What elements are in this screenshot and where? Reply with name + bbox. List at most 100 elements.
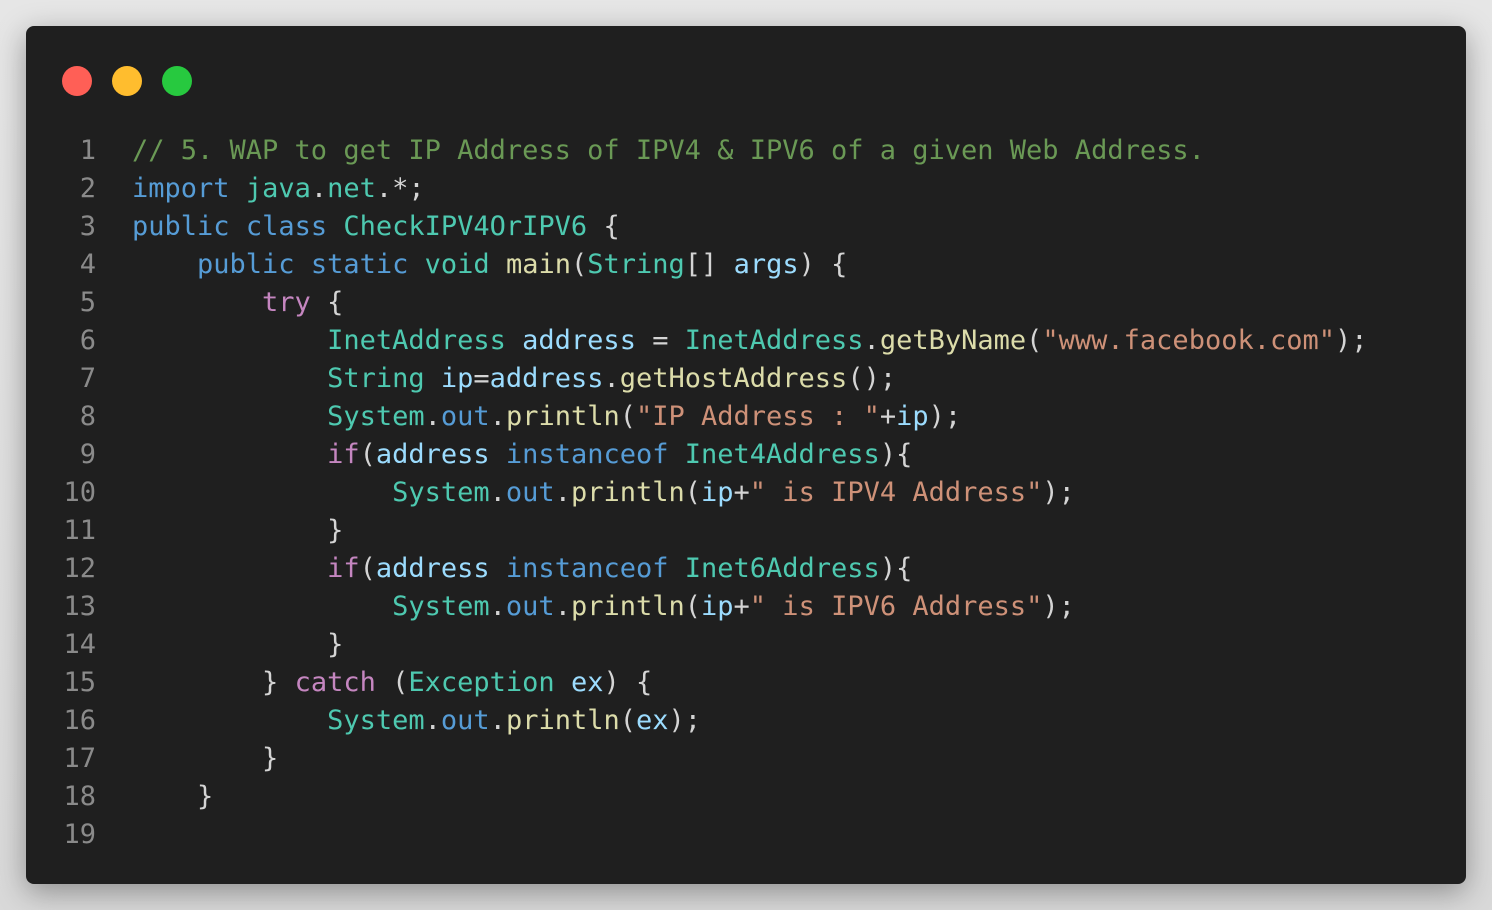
code-token: class (245, 211, 328, 242)
code-token: ex (636, 705, 669, 736)
code-token: " is IPV4 Address" (749, 477, 1043, 508)
line-number: 5 (79, 287, 96, 318)
code-token: address (489, 363, 604, 394)
close-icon[interactable] (62, 66, 92, 96)
code-token: InetAddress (327, 325, 506, 356)
code-line: 4 public static void main(String[] args)… (26, 246, 1368, 284)
code-content: } (132, 626, 343, 664)
code-line: 13 System.out.println(ip+" is IPV6 Addre… (26, 588, 1368, 626)
code-token: if (327, 553, 360, 584)
code-token: + (733, 591, 750, 622)
code-token: ); (1042, 477, 1075, 508)
code-token: . (489, 591, 506, 622)
code-line: 7 String ip=address.getHostAddress(); (26, 360, 1368, 398)
code-token: instanceof (505, 439, 669, 470)
code-content: System.out.println(ip+" is IPV4 Address"… (132, 474, 1075, 512)
code-token: ); (1335, 325, 1368, 356)
code-token: String (327, 363, 425, 394)
code-content: if(address instanceof Inet6Address){ (132, 550, 912, 588)
minimize-icon[interactable] (112, 66, 142, 96)
code-content: public static void main(String[] args) { (132, 246, 847, 284)
code-token: String (587, 249, 685, 280)
code-token: . (489, 477, 506, 508)
code-token: ){ (879, 439, 913, 470)
code-token: [] (684, 249, 734, 280)
code-token: ( (570, 249, 588, 280)
code-token: . (603, 363, 620, 394)
code-token: Inet6Address (684, 553, 880, 584)
code-token: System (327, 705, 425, 736)
code-token: .*; (375, 173, 425, 204)
code-line: 19 (26, 816, 1368, 854)
code-line: 3 public class CheckIPV4OrIPV6 { (26, 208, 1368, 246)
code-token: . (424, 401, 441, 432)
code-token: ); (928, 401, 962, 432)
code-token: public (132, 211, 230, 242)
code-content: System.out.println(ex); (132, 702, 701, 740)
code-content: public class CheckIPV4OrIPV6 { (132, 208, 620, 246)
code-token: . (554, 477, 571, 508)
code-token: ) { (603, 667, 653, 698)
code-token: ip (701, 591, 734, 622)
code-token: ip (440, 363, 474, 394)
line-number: 19 (63, 819, 96, 850)
code-token: System (392, 477, 490, 508)
code-token: ); (1042, 591, 1075, 622)
code-token: ip (701, 477, 734, 508)
code-token: ) { (798, 249, 848, 280)
code-token: address (375, 439, 490, 470)
maximize-icon[interactable] (162, 66, 192, 96)
code-token: (); (847, 363, 897, 394)
code-content: System.out.println(ip+" is IPV6 Address"… (132, 588, 1075, 626)
code-content: String ip=address.getHostAddress(); (132, 360, 896, 398)
code-token: ex (570, 667, 604, 698)
code-line: 17 } (26, 740, 1368, 778)
code-line: 9 if(address instanceof Inet4Address){ (26, 436, 1368, 474)
code-token: + (879, 401, 897, 432)
code-token: = (473, 363, 490, 394)
code-token: if (327, 439, 360, 470)
code-line: 8 System.out.println("IP Address : "+ip)… (26, 398, 1368, 436)
code-editor[interactable]: 1 // 5. WAP to get IP Address of IPV4 & I… (26, 132, 1368, 854)
code-token: { (587, 211, 620, 242)
code-token: } (262, 743, 279, 774)
code-token: catch (294, 667, 376, 698)
code-token: out (505, 591, 555, 622)
code-token: ( (359, 439, 376, 470)
code-token: try (262, 287, 311, 318)
code-token: Exception (408, 667, 555, 698)
code-token: ( (684, 591, 702, 622)
code-token: ip (896, 401, 929, 432)
line-number: 18 (63, 781, 96, 812)
code-token: address (522, 325, 636, 356)
code-token: println (570, 477, 685, 508)
code-token: } (197, 781, 214, 812)
code-token: java (245, 173, 311, 204)
code-token: CheckIPV4OrIPV6 (343, 211, 588, 242)
code-token: ( (619, 401, 636, 432)
code-token: getByName (879, 325, 1027, 356)
code-line: 15 } catch (Exception ex) { (26, 664, 1368, 702)
line-number: 17 (63, 743, 96, 774)
code-token: + (733, 477, 750, 508)
code-token: } (327, 515, 344, 546)
code-token: = (635, 325, 685, 356)
code-token: address (375, 553, 490, 584)
line-number: 4 (79, 249, 96, 280)
code-line: 18 } (26, 778, 1368, 816)
code-token: . (489, 705, 506, 736)
line-number: 7 (79, 363, 96, 394)
